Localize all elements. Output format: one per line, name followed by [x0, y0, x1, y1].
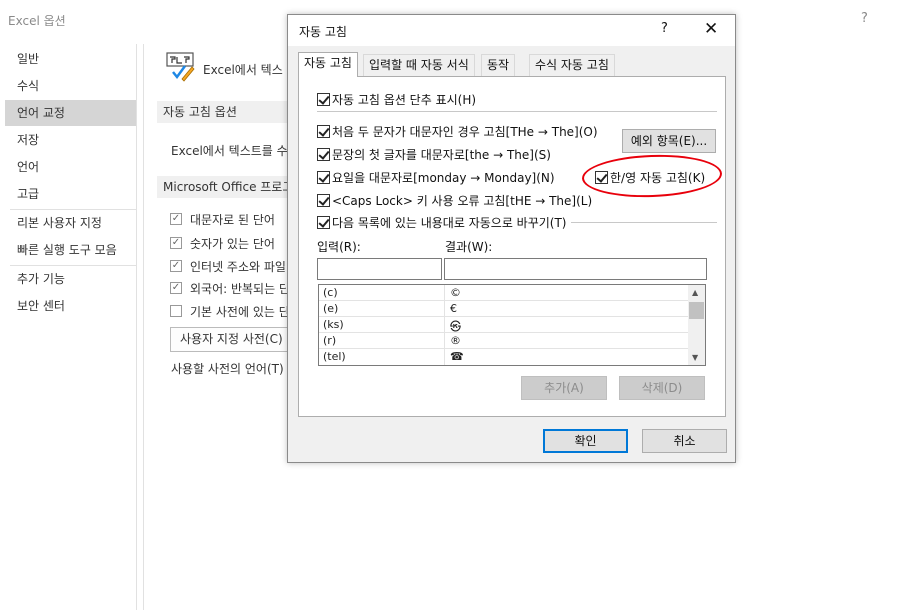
internet-label: 인터넷 주소와 파일 — [190, 260, 286, 274]
list-item-from: (r) — [323, 334, 337, 347]
replace-label: 다음 목록에 있는 내용대로 자동으로 바꾸기(T) — [332, 216, 567, 230]
uppercase-label: 대문자로 된 단어 — [190, 213, 275, 227]
add-button[interactable]: 추가(A) — [521, 376, 607, 400]
list-item[interactable]: (ks) ㉿ — [319, 317, 689, 333]
nav-item-addins[interactable]: 추가 기능 — [5, 266, 136, 292]
nav-item-formulas[interactable]: 수식 — [5, 73, 136, 99]
list-item-from: (c) — [323, 286, 338, 299]
sentence-caps-checkbox[interactable] — [317, 148, 330, 161]
nav-item-quick-access[interactable]: 빠른 실행 도구 모음 — [5, 237, 136, 263]
list-item-from: (e) — [323, 302, 339, 315]
scroll-thumb[interactable] — [689, 302, 704, 319]
proofing-logo-icon — [164, 52, 196, 82]
nav-item-advanced[interactable]: 고급 — [5, 181, 136, 207]
nav-item-proofing[interactable]: 언어 교정 — [5, 100, 136, 126]
day-names-label: 요일을 대문자로[monday → Monday](N) — [332, 171, 555, 185]
replace-input[interactable] — [317, 258, 442, 280]
autocorrect-list[interactable]: (c) © (e) € (ks) ㉿ (r) ® (tel) ☎ ▲ ▼ — [318, 284, 706, 366]
input-label: 입력(R): — [317, 240, 361, 254]
repeated-checkbox[interactable]: ✓ — [170, 282, 182, 294]
options-nav: 일반 수식 언어 교정 저장 언어 고급 리본 사용자 지정 빠른 실행 도구 … — [5, 44, 137, 610]
day-names-checkbox[interactable] — [317, 171, 330, 184]
list-item[interactable]: (r) ® — [319, 333, 689, 349]
autocorrect-section-text: Excel에서 텍스트를 수 — [171, 144, 288, 158]
dictionary-language-label: 사용할 사전의 언어(T) — [171, 362, 284, 376]
nav-item-general[interactable]: 일반 — [5, 46, 136, 72]
capslock-checkbox[interactable] — [317, 194, 330, 207]
list-item-from: (ks) — [323, 318, 344, 331]
options-title: Excel 옵션 — [8, 14, 66, 28]
main-dict-label: 기본 사전에 있는 단 — [190, 305, 290, 319]
close-icon[interactable]: ✕ — [704, 19, 718, 39]
two-caps-label: 처음 두 문자가 대문자인 경우 고침[THe → The](O) — [332, 125, 598, 139]
sentence-caps-label: 문장의 첫 글자를 대문자로[the → The](S) — [332, 148, 551, 162]
hanyeong-label: 한/영 자동 고침(K) — [610, 171, 706, 185]
show-buttons-label: 자동 고침 옵션 단추 표시(H) — [332, 93, 477, 107]
divider — [317, 111, 717, 112]
autocorrect-dialog: 자동 고침 ? ✕ 자동 고침 입력할 때 자동 서식 동작 수식 자동 고침 … — [287, 14, 736, 463]
ok-button[interactable]: 확인 — [543, 429, 628, 453]
tab-autoformat[interactable]: 입력할 때 자동 서식 — [363, 54, 475, 76]
list-item-to: € — [450, 302, 457, 315]
tab-autocorrect[interactable]: 자동 고침 — [298, 52, 358, 77]
internet-checkbox[interactable]: ✓ — [170, 260, 182, 272]
capslock-option[interactable]: <Caps Lock> 키 사용 오류 고침[tHE → The](L) — [317, 192, 592, 209]
tab-math-autocorrect[interactable]: 수식 자동 고침 — [529, 54, 615, 76]
nav-item-save[interactable]: 저장 — [5, 127, 136, 153]
show-buttons-option[interactable]: 자동 고침 옵션 단추 표시(H) — [317, 91, 476, 108]
result-label: 결과(W): — [445, 240, 493, 254]
help-icon[interactable]: ? — [861, 11, 868, 26]
main-dict-checkbox[interactable] — [170, 305, 182, 317]
exceptions-button[interactable]: 예외 항목(E)... — [622, 129, 716, 153]
dialog-title: 자동 고침 — [299, 25, 347, 39]
capslock-label: <Caps Lock> 키 사용 오류 고침[tHE → The](L) — [332, 194, 593, 208]
replace-checkbox[interactable] — [317, 216, 330, 229]
hanyeong-checkbox[interactable] — [595, 171, 608, 184]
delete-button[interactable]: 삭제(D) — [619, 376, 705, 400]
with-input[interactable] — [444, 258, 707, 280]
list-item[interactable]: (tel) ☎ — [319, 349, 689, 365]
show-buttons-checkbox[interactable] — [317, 93, 330, 106]
scroll-up-icon[interactable]: ▲ — [692, 288, 698, 297]
list-item-from: (tel) — [323, 350, 346, 363]
tab-actions[interactable]: 동작 — [481, 54, 516, 76]
dialog-titlebar: 자동 고침 ? ✕ — [288, 15, 735, 46]
two-caps-option[interactable]: 처음 두 문자가 대문자인 경우 고침[THe → The](O) — [317, 123, 598, 140]
sentence-caps-option[interactable]: 문장의 첫 글자를 대문자로[the → The](S) — [317, 146, 551, 163]
uppercase-checkbox[interactable]: ✓ — [170, 213, 182, 225]
help-icon[interactable]: ? — [661, 21, 668, 36]
numbers-label: 숫자가 있는 단어 — [190, 237, 275, 251]
hanyeong-option[interactable]: 한/영 자동 고침(K) — [595, 169, 705, 186]
replace-option[interactable]: 다음 목록에 있는 내용대로 자동으로 바꾸기(T) — [317, 214, 571, 231]
proofing-header-text: Excel에서 텍스 — [203, 63, 283, 77]
list-item-to: ® — [450, 334, 461, 347]
list-item-to: ㉿ — [450, 320, 461, 333]
repeated-label: 외국어: 반복되는 단 — [190, 282, 290, 296]
custom-dictionaries-button[interactable]: 사용자 지정 사전(C) — [170, 327, 290, 352]
list-item[interactable]: (e) € — [319, 301, 689, 317]
scroll-down-icon[interactable]: ▼ — [692, 353, 698, 362]
nav-item-trust-center[interactable]: 보안 센터 — [5, 293, 136, 319]
list-scrollbar[interactable]: ▲ ▼ — [688, 285, 705, 365]
day-names-option[interactable]: 요일을 대문자로[monday → Monday](N) — [317, 169, 555, 186]
list-item[interactable]: (c) © — [319, 285, 689, 301]
nav-item-customize-ribbon[interactable]: 리본 사용자 지정 — [5, 210, 136, 236]
nav-item-language[interactable]: 언어 — [5, 154, 136, 180]
list-item-to: ☎ — [450, 350, 464, 363]
list-item-to: © — [450, 286, 461, 299]
two-caps-checkbox[interactable] — [317, 125, 330, 138]
numbers-checkbox[interactable]: ✓ — [170, 237, 182, 249]
cancel-button[interactable]: 취소 — [642, 429, 727, 453]
